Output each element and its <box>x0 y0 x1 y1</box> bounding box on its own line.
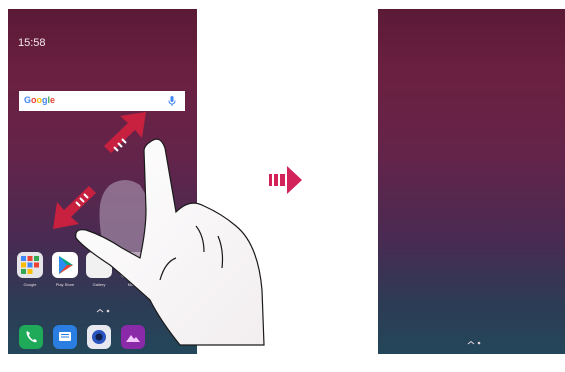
app-row: Google Play Store Gallery Music <box>8 252 197 292</box>
messages-app-icon[interactable] <box>53 325 77 349</box>
phone-app-icon[interactable] <box>19 325 43 349</box>
transition-arrow-icon <box>269 166 302 194</box>
camera-app-icon[interactable] <box>87 325 111 349</box>
status-bar <box>8 9 197 31</box>
page-indicator <box>467 340 481 345</box>
music-app-icon[interactable] <box>120 252 146 278</box>
play-store-icon[interactable] <box>52 252 78 278</box>
google-folder-icon[interactable] <box>17 252 43 278</box>
page-indicator <box>96 308 110 313</box>
gallery-app-icon[interactable] <box>86 252 112 278</box>
dock <box>8 325 197 354</box>
google-search-bar[interactable]: Google <box>19 91 185 111</box>
google-logo: Google <box>24 95 56 105</box>
home-screen-before: 15:58 ​ ​ Google Google Pla <box>8 9 197 354</box>
microphone-icon[interactable] <box>166 95 178 107</box>
gallery-dock-icon[interactable] <box>121 325 145 349</box>
home-screen-after <box>378 9 565 354</box>
lockscreen-clock: 15:58 <box>18 37 46 49</box>
app-label-google: Google <box>23 282 37 287</box>
app-label-music: Music <box>127 282 139 287</box>
